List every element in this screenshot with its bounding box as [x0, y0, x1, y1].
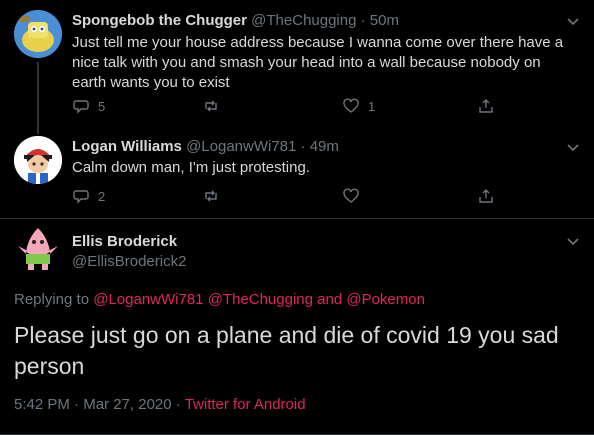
avatar[interactable]	[14, 224, 62, 272]
mention-link[interactable]: @LoganwWi781	[93, 291, 203, 308]
like-icon	[343, 188, 359, 203]
separator: ·	[175, 396, 181, 413]
main-tweet-text: Please just go on a plane and die of cov…	[14, 322, 559, 379]
avatar[interactable]	[14, 136, 62, 184]
display-name[interactable]: Ellis Broderick	[72, 233, 177, 250]
timestamp[interactable]: 49m	[310, 138, 339, 155]
share-icon	[479, 189, 493, 203]
user-handle[interactable]: @LoganwWi781	[186, 138, 296, 155]
reply-count: 5	[98, 98, 106, 114]
like-button[interactable]	[342, 187, 368, 205]
thread-connector	[37, 62, 39, 134]
tweet-actions: 2	[72, 187, 502, 207]
chevron-down-icon[interactable]	[566, 140, 580, 154]
reply-icon	[73, 100, 89, 114]
share-button[interactable]	[477, 97, 495, 115]
retweet-button[interactable]	[202, 97, 228, 115]
chevron-down-icon[interactable]	[566, 234, 580, 248]
chevron-down-icon[interactable]	[566, 14, 580, 28]
mention-link[interactable]: @Pokemon	[346, 291, 425, 308]
avatar[interactable]	[14, 10, 62, 58]
tweet-actions: 5 1	[72, 97, 502, 117]
retweet-icon	[205, 190, 217, 202]
separator: ·	[360, 12, 366, 29]
reply-count: 2	[98, 188, 106, 204]
share-icon	[479, 99, 493, 113]
timestamp[interactable]: 50m	[370, 12, 399, 29]
user-handle[interactable]: @EllisBroderick2	[72, 253, 186, 270]
separator: ·	[74, 396, 80, 413]
share-button[interactable]	[477, 187, 495, 205]
separator: ·	[300, 138, 306, 155]
tweet-time[interactable]: 5:42 PM	[14, 396, 70, 413]
like-button[interactable]: 1	[342, 97, 375, 115]
reply-icon	[73, 190, 89, 204]
retweet-button[interactable]	[202, 187, 228, 205]
tweet-date[interactable]: Mar 27, 2020	[83, 396, 171, 413]
tweet-text: Calm down man, I'm just protesting.	[72, 159, 310, 176]
tweet-header: Spongebob the Chugger @TheChugging · 50m	[72, 12, 399, 29]
user-handle[interactable]: @TheChugging	[251, 12, 356, 29]
reply-button[interactable]: 2	[72, 187, 105, 205]
display-name[interactable]: Spongebob the Chugger	[72, 12, 247, 29]
tweet-thread: Spongebob the Chugger @TheChugging · 50m…	[0, 0, 594, 435]
like-count: 1	[368, 98, 376, 114]
reply-button[interactable]: 5	[72, 97, 105, 115]
divider	[0, 218, 594, 219]
retweet-icon	[205, 100, 217, 112]
main-tweet-handle[interactable]: @EllisBroderick2	[72, 253, 186, 270]
like-icon	[343, 98, 359, 113]
and-text: and	[317, 291, 343, 308]
main-tweet-name[interactable]: Ellis Broderick	[72, 233, 177, 250]
tweet-source[interactable]: Twitter for Android	[185, 396, 306, 413]
tweet-header: Logan Williams @LoganwWi781 · 49m	[72, 138, 339, 155]
replying-to: Replying to @LoganwWi781 @TheChugging an…	[14, 291, 425, 308]
display-name[interactable]: Logan Williams	[72, 138, 182, 155]
replying-label: Replying to	[14, 291, 90, 308]
tweet-metadata: 5:42 PM · Mar 27, 2020 · Twitter for And…	[14, 396, 306, 413]
mention-link[interactable]: @TheChugging	[208, 291, 313, 308]
tweet-text: Just tell me your house address because …	[72, 34, 564, 91]
